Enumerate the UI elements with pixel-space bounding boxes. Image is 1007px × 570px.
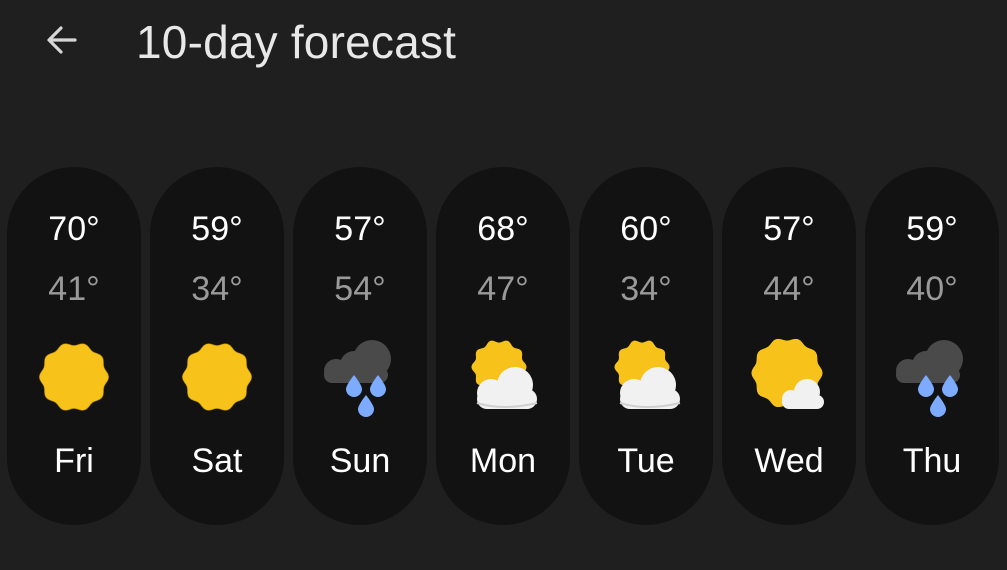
low-temperature: 44° — [763, 270, 815, 308]
sunny-icon — [177, 337, 257, 417]
day-card-sun[interactable]: 57° 54° Sun — [293, 167, 427, 525]
low-temperature: 40° — [906, 270, 958, 308]
low-temperature: 47° — [477, 270, 529, 308]
day-card-sat[interactable]: 59° 34° Sat — [150, 167, 284, 525]
day-label: Sun — [329, 442, 391, 480]
mostly-sunny-icon — [749, 337, 829, 417]
low-temperature: 34° — [620, 270, 672, 308]
day-card-wed[interactable]: 57° 44° Wed — [722, 167, 856, 525]
high-temperature: 57° — [763, 210, 815, 248]
day-card-thu[interactable]: 59° 40° Thu — [865, 167, 999, 525]
rain-cloud-icon — [892, 337, 972, 417]
high-temperature: 70° — [48, 210, 100, 248]
back-button[interactable] — [34, 14, 90, 70]
high-temperature: 68° — [477, 210, 529, 248]
day-label: Sat — [191, 442, 243, 480]
app-bar: 10-day forecast — [0, 0, 1007, 84]
forecast-screen: 10-day forecast 70° 41° Fri 59° 34° Sat 57° 5… — [0, 0, 1007, 570]
low-temperature: 41° — [48, 270, 100, 308]
daily-forecast-list: 70° 41° Fri 59° 34° Sat 57° 54° Sun 68° 47° — [7, 167, 1007, 525]
day-label: Mon — [469, 442, 537, 480]
partly-cloudy-icon — [463, 337, 543, 417]
high-temperature: 59° — [906, 210, 958, 248]
partly-cloudy-icon — [606, 337, 686, 417]
day-card-fri[interactable]: 70° 41° Fri — [7, 167, 141, 525]
low-temperature: 54° — [334, 270, 386, 308]
high-temperature: 59° — [191, 210, 243, 248]
low-temperature: 34° — [191, 270, 243, 308]
sunny-icon — [34, 337, 114, 417]
day-card-mon[interactable]: 68° 47° Mon — [436, 167, 570, 525]
day-label: Thu — [902, 442, 962, 480]
day-label: Tue — [617, 442, 675, 480]
day-label: Wed — [754, 442, 824, 480]
rain-cloud-icon — [320, 337, 400, 417]
arrow-back-icon — [42, 20, 82, 65]
high-temperature: 57° — [334, 210, 386, 248]
day-card-tue[interactable]: 60° 34° Tue — [579, 167, 713, 525]
day-label: Fri — [54, 442, 94, 480]
high-temperature: 60° — [620, 210, 672, 248]
page-title: 10-day forecast — [136, 16, 457, 68]
